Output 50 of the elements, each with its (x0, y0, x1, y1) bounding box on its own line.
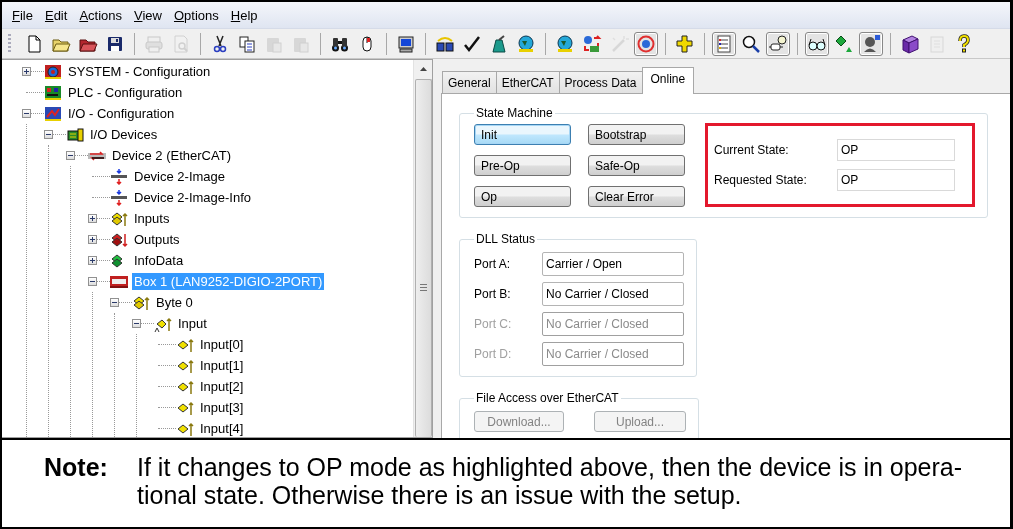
port-label: Port B: (474, 287, 511, 301)
tree-item[interactable]: Input[1] (198, 357, 246, 374)
note-text: If it changes to OP mode as highlighted above, then the device is in opera-tional state. Otherwise there is an issue with the setup. (137, 453, 964, 511)
tree-item[interactable]: Device 2-Image-Info (132, 189, 254, 206)
menu-item[interactable]: View (134, 7, 170, 23)
state-button[interactable]: Safe-Op (588, 155, 685, 176)
tree-item[interactable]: InfoData (132, 252, 186, 269)
menu-item[interactable]: Edit (44, 7, 76, 23)
tab[interactable]: EtherCAT (495, 71, 560, 93)
state-button[interactable]: Clear Error (588, 186, 685, 207)
field-label: Requested State: (714, 173, 807, 187)
group-title: DLL Status (475, 232, 536, 246)
port-label: Port A: (474, 257, 511, 271)
state-button[interactable]: Init (474, 124, 571, 145)
port-status-field: No Carrier / Closed (542, 342, 684, 366)
state-field: OP (837, 139, 955, 161)
note-label: Note: (44, 453, 109, 483)
tree-item[interactable]: Input[4] (198, 420, 246, 437)
tree-item[interactable]: I/O Devices (88, 126, 160, 143)
menu-item[interactable]: Help (230, 7, 266, 23)
port-status-field: No Carrier / Closed (542, 312, 684, 336)
state-button[interactable]: Op (474, 186, 571, 207)
tree-item[interactable]: Outputs (132, 231, 182, 248)
menu-item[interactable]: Options (173, 7, 227, 23)
tree-item[interactable]: Inputs (132, 210, 172, 227)
tree-item[interactable]: I/O - Configuration (66, 105, 177, 122)
tree-item[interactable]: Device 2 (EtherCAT) (110, 147, 233, 164)
port-status-field: Carrier / Open (542, 252, 684, 276)
tree-item[interactable]: Device 2-Image (132, 168, 228, 185)
tree-item[interactable]: Input (176, 315, 209, 332)
state-field: OP (837, 169, 955, 191)
state-button[interactable]: Bootstrap (588, 124, 685, 145)
group-title: State Machine (475, 106, 554, 120)
tree-item[interactable]: SYSTEM - Configuration (66, 63, 213, 80)
port-label: Port D: (474, 347, 512, 361)
tab[interactable]: Online (641, 67, 695, 94)
tree-item[interactable]: Input[2] (198, 378, 246, 395)
tree-item[interactable]: Byte 0 (154, 294, 195, 311)
menu-item[interactable]: File (12, 7, 41, 23)
field-label: Current State: (714, 143, 789, 157)
tab[interactable]: General (442, 71, 497, 93)
tree-item[interactable]: Input[0] (198, 336, 246, 353)
port-label: Port C: (474, 317, 512, 331)
group-title: File Access over EtherCAT (475, 391, 620, 405)
tree-item[interactable]: Input[3] (198, 399, 246, 416)
tree-item[interactable]: PLC - Configuration (66, 84, 185, 101)
state-button[interactable]: Pre-Op (474, 155, 571, 176)
port-status-field: No Carrier / Closed (542, 282, 684, 306)
tab[interactable]: Process Data (558, 71, 643, 93)
menu-item[interactable]: Actions (79, 7, 130, 23)
